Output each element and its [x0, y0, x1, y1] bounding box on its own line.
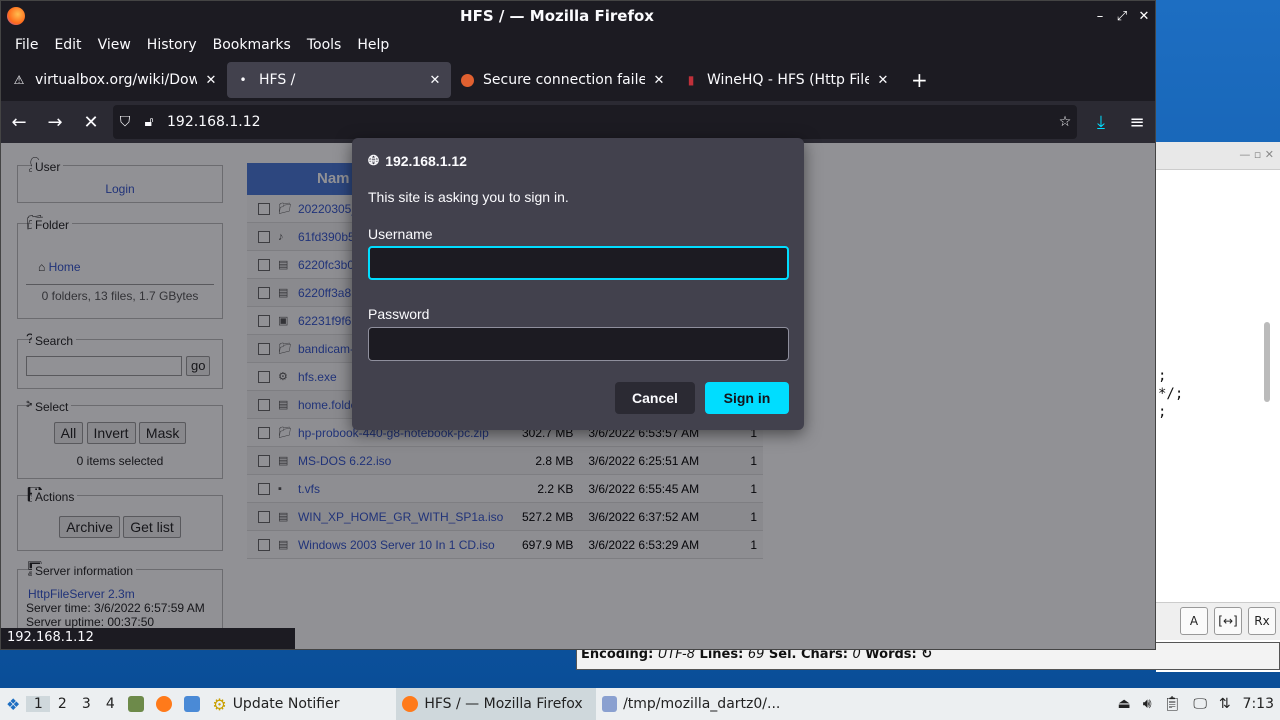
taskbar-item-editor[interactable]: /tmp/mozilla_dartz0/...: [596, 696, 786, 712]
editor-titlebar: — ▫ ✕: [1156, 142, 1280, 170]
firefox-icon: [7, 7, 25, 25]
dialog-host: 192.168.1.12: [385, 152, 467, 169]
editor-icon: [602, 696, 618, 712]
file-manager-icon[interactable]: [122, 696, 150, 712]
taskbar-item-update-notifier[interactable]: ⚙ Update Notifier: [206, 695, 396, 714]
network-icon[interactable]: ⇅: [1213, 696, 1237, 712]
tab-label: virtualbox.org/wiki/Downl: [35, 72, 197, 88]
link-status-popup: 192.168.1.12: [1, 628, 295, 649]
url-bar[interactable]: ⛉ 🔓︎ 192.168.1.12 ☆: [113, 105, 1077, 139]
back-icon[interactable]: ←: [1, 112, 37, 133]
close-tab-icon[interactable]: ✕: [203, 73, 219, 88]
folder-launcher-icon[interactable]: [178, 696, 206, 712]
taskbar-label: Update Notifier: [232, 696, 340, 712]
dialog-message: This site is asking you to sign in.: [368, 189, 569, 205]
workspace-1[interactable]: 1: [26, 696, 51, 712]
editor-line: ;: [1158, 404, 1167, 420]
tab-hfs[interactable]: • HFS / ✕: [227, 62, 451, 98]
dialog-title: 🌐︎ 192.168.1.12: [368, 152, 467, 169]
password-label: Password: [368, 306, 430, 322]
tab-label: Secure connection failed: [483, 72, 645, 88]
clock: 7:13: [1242, 696, 1274, 712]
password-field[interactable]: [368, 327, 789, 361]
sign-in-button[interactable]: Sign in: [705, 382, 789, 414]
globe-icon: 🌐︎: [368, 152, 380, 168]
close-tab-icon[interactable]: ✕: [875, 73, 891, 88]
stop-icon[interactable]: ✕: [73, 112, 109, 133]
shield-icon[interactable]: ⛉: [113, 114, 137, 130]
menu-file[interactable]: File: [7, 37, 46, 53]
menu-bookmarks[interactable]: Bookmarks: [205, 37, 299, 53]
workspace-4[interactable]: 4: [98, 696, 122, 712]
url-text[interactable]: 192.168.1.12: [161, 114, 1053, 130]
forward-icon[interactable]: →: [37, 112, 73, 133]
close-icon[interactable]: ✕: [1133, 9, 1155, 24]
menubar: File Edit View History Bookmarks Tools H…: [1, 31, 1155, 59]
warning-icon: ⚠: [13, 73, 25, 87]
firefox-icon: [459, 72, 475, 88]
taskbar: ❖ 1 2 3 4 ⚙ Update Notifier HFS / — Mozi…: [0, 688, 1280, 720]
minimize-icon[interactable]: –: [1089, 9, 1111, 24]
firefox-launcher-icon[interactable]: [150, 696, 178, 712]
start-menu-icon[interactable]: ❖: [0, 695, 26, 714]
workspace-2[interactable]: 2: [50, 696, 74, 712]
regex-icon[interactable]: Rx: [1248, 607, 1276, 635]
firefox-icon: [402, 696, 419, 712]
sign-in-dialog: 🌐︎ 192.168.1.12 This site is asking you …: [352, 138, 804, 430]
username-field[interactable]: [368, 246, 789, 280]
clipboard-icon[interactable]: 📋︎: [1158, 696, 1188, 712]
tab-label: WineHQ - HFS (Http File S: [707, 72, 869, 88]
download-icon[interactable]: ⤓: [1083, 112, 1119, 133]
close-tab-icon[interactable]: ✕: [427, 73, 443, 88]
font-icon[interactable]: A: [1180, 607, 1208, 635]
workspace-3[interactable]: 3: [74, 696, 98, 712]
username-label: Username: [368, 226, 433, 242]
editor-scrollbar[interactable]: [1264, 322, 1270, 402]
editor-line: ;: [1158, 368, 1167, 384]
titlebar: HFS / — Mozilla Firefox – ⤢ ✕: [1, 1, 1155, 31]
lock-icon[interactable]: 🔓︎: [137, 114, 161, 130]
taskbar-item-firefox[interactable]: HFS / — Mozilla Firefox: [396, 688, 597, 720]
tab-winehq[interactable]: ▮ WineHQ - HFS (Http File S ✕: [675, 62, 899, 98]
window-title: HFS / — Mozilla Firefox: [460, 7, 654, 25]
tab-virtualbox[interactable]: ⚠ virtualbox.org/wiki/Downl ✕: [3, 62, 227, 98]
tab-secure-failed[interactable]: Secure connection failed ✕: [451, 62, 675, 98]
menu-history[interactable]: History: [139, 37, 205, 53]
editor-line: */;: [1158, 386, 1184, 402]
menu-view[interactable]: View: [90, 37, 139, 53]
editor-toolbar: A [↔] Rx: [1156, 602, 1280, 640]
cancel-button[interactable]: Cancel: [615, 382, 695, 414]
display-icon[interactable]: 🖵︎: [1187, 696, 1213, 712]
restore-icon[interactable]: ⤢: [1111, 9, 1133, 24]
tab-label: HFS /: [259, 72, 296, 88]
bookmark-star-icon[interactable]: ☆: [1053, 114, 1077, 130]
update-icon: ⚙: [212, 694, 227, 714]
volume-icon[interactable]: 🔊︎: [1137, 696, 1158, 712]
close-tab-icon[interactable]: ✕: [651, 73, 667, 88]
eject-icon[interactable]: ⏏: [1111, 696, 1136, 712]
navigation-bar: ← → ✕ ⛉ 🔓︎ 192.168.1.12 ☆ ⤓ ≡: [1, 101, 1155, 143]
taskbar-label: HFS / — Mozilla Firefox: [424, 696, 583, 712]
taskbar-label: /tmp/mozilla_dartz0/...: [623, 696, 781, 712]
text-editor-window: — ▫ ✕ ; */; ; A [↔] Rx: [1156, 142, 1280, 672]
wine-icon: ▮: [687, 73, 695, 87]
menu-icon[interactable]: ≡: [1119, 112, 1155, 133]
menu-help[interactable]: Help: [349, 37, 397, 53]
menu-tools[interactable]: Tools: [299, 37, 350, 53]
menu-edit[interactable]: Edit: [46, 37, 89, 53]
loading-dot-icon: •: [239, 73, 247, 87]
new-tab-icon[interactable]: +: [899, 68, 940, 92]
tabbar: ⚠ virtualbox.org/wiki/Downl ✕ • HFS / ✕ …: [1, 59, 1155, 101]
code-icon[interactable]: [↔]: [1214, 607, 1242, 635]
